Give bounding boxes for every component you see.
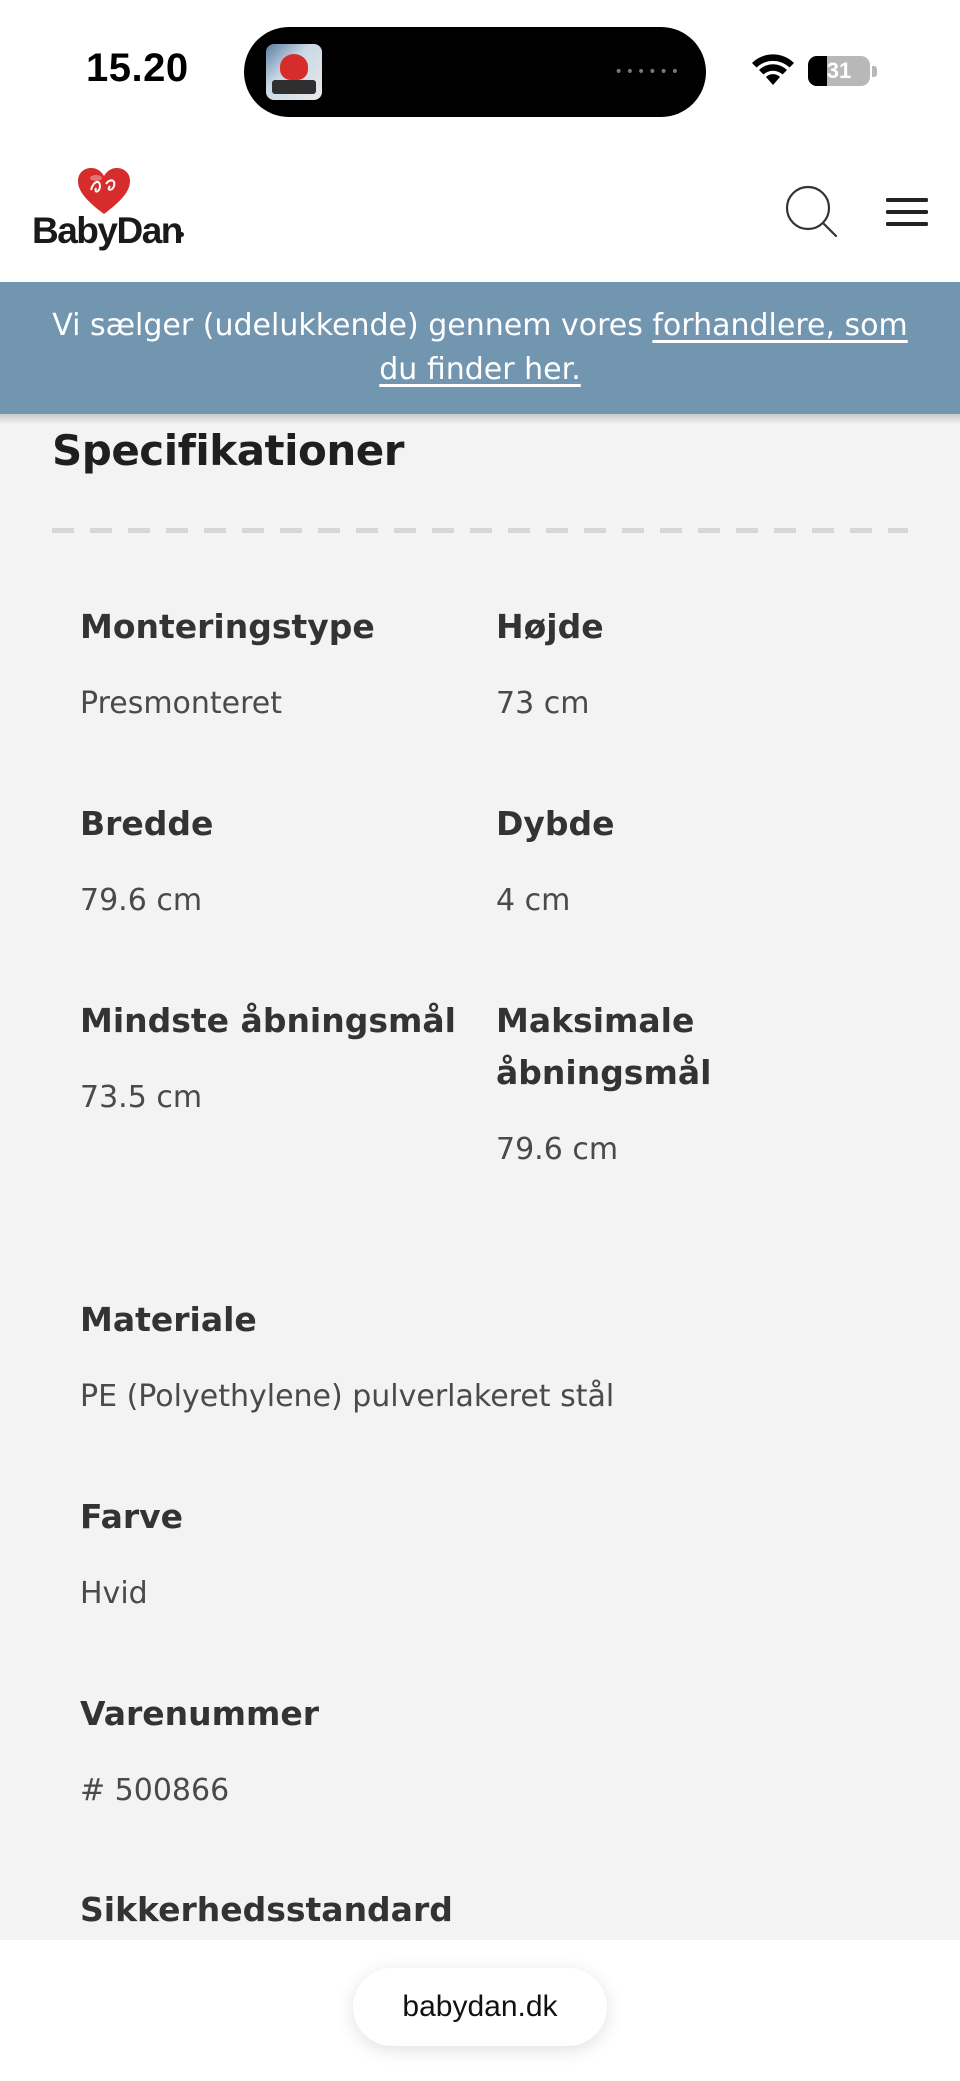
- spec-value: 73.5 cm: [80, 1080, 203, 1115]
- site-header: BabyDan: [0, 140, 960, 282]
- heart-logo-icon: [78, 168, 130, 214]
- spec-value: 79.6 cm: [496, 1132, 619, 1167]
- status-time: 15.20: [86, 46, 189, 90]
- spec-value: 73 cm: [496, 686, 590, 721]
- banner-shadow: [0, 414, 960, 424]
- spec-label: Sikkerhedsstandard: [80, 1890, 453, 1929]
- specifications-title: Specifikationer: [52, 426, 404, 475]
- spec-label: Højde: [496, 607, 604, 646]
- spec-value: # 500866: [80, 1773, 230, 1808]
- spec-label: Mindste åbningsmål: [80, 1001, 456, 1040]
- hamburger-menu-icon[interactable]: [886, 196, 928, 228]
- babydan-logo[interactable]: BabyDan: [32, 166, 192, 252]
- logo-trademark-dot: [179, 232, 184, 237]
- live-activity-thumbnail: [266, 44, 322, 100]
- url-address-pill[interactable]: babydan.dk: [353, 1968, 607, 2046]
- notice-text: Vi sælger (udelukkende) gennem vores: [52, 308, 653, 343]
- wifi-icon: [752, 54, 794, 85]
- dashed-divider: [52, 528, 908, 533]
- island-waveform-icon: ••••••: [614, 64, 682, 80]
- search-icon[interactable]: [784, 184, 840, 240]
- dealer-notice-banner: Vi sælger (udelukkende) gennem vores for…: [0, 282, 960, 414]
- spec-label: Materiale: [80, 1300, 257, 1339]
- spec-label: Monteringstype: [80, 607, 375, 646]
- spec-value: 4 cm: [496, 883, 571, 918]
- spec-label: Bredde: [80, 804, 214, 843]
- spec-label: Dybde: [496, 804, 615, 843]
- spec-value: 79.6 cm: [80, 883, 203, 918]
- spec-value: Presmonteret: [80, 686, 283, 721]
- spec-value: Hvid: [80, 1576, 148, 1611]
- spec-label: Varenummer: [80, 1694, 320, 1733]
- spec-label: Maksimale åbningsmål: [496, 1001, 712, 1092]
- browser-bottom-bar: babydan.dk: [0, 1940, 960, 2081]
- battery-icon: 31: [808, 56, 870, 86]
- spec-label: Farve: [80, 1497, 184, 1536]
- battery-tip: [872, 66, 877, 77]
- logo-wordmark: BabyDan: [32, 210, 183, 251]
- dynamic-island[interactable]: ••••••: [244, 27, 706, 117]
- status-bar: 15.20 •••••• 31: [0, 0, 960, 140]
- spec-value: PE (Polyethylene) pulverlakeret stål: [80, 1379, 615, 1414]
- battery-level: 31: [826, 58, 852, 83]
